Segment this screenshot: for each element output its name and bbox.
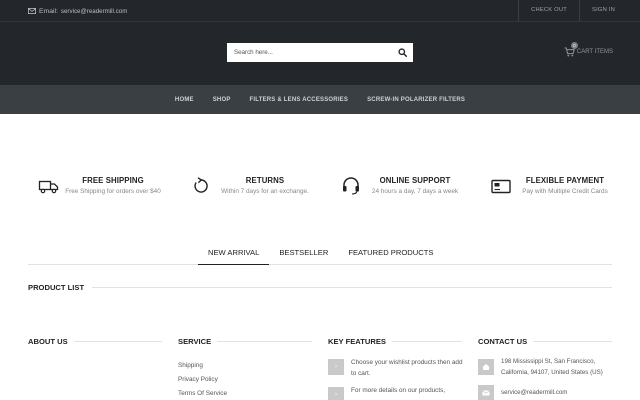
chevron-right-icon: › (328, 359, 344, 375)
nav-item-filters-lens-accessories[interactable]: FILTERS & LENS ACCESSORIES (240, 97, 358, 103)
service-link-privacy-policy[interactable]: Privacy Policy (178, 373, 312, 387)
signin-link[interactable]: SIGN IN (579, 0, 618, 21)
feature-returns: RETURNS Within 7 days for an exchange. (180, 170, 326, 220)
contact-address-item: 198 Mississippi St, San Francisco, Calif… (478, 357, 612, 381)
top-bar: Email: service@readermill.com CHECK OUT … (0, 0, 640, 22)
email-label: Email: (39, 7, 58, 15)
feature-desc: Pay with Multiple Credit Cards (522, 188, 608, 195)
search-button[interactable] (396, 46, 409, 59)
nav-item-screw-in-polarizer-filters[interactable]: SCREW-IN POLARIZER FILTERS (358, 97, 475, 103)
key-feature-text: Choose your wishlist products then add t… (351, 359, 463, 377)
footer-contact: CONTACT US 198 Mississippi St, San Franc… (478, 335, 612, 400)
feature-title: FREE SHIPPING (82, 176, 144, 185)
feature-title: FLEXIBLE PAYMENT (525, 176, 605, 185)
chevron-right-icon: › (328, 387, 344, 400)
footer-heading: CONTACT US (478, 335, 612, 347)
footer-key-features: KEY FEATURES › Choose your wishlist prod… (328, 335, 463, 400)
truck-icon (38, 180, 59, 194)
feature-title: RETURNS (245, 176, 285, 185)
tab-bestseller[interactable]: BESTSELLER (269, 240, 338, 265)
footer-heading: KEY FEATURES (328, 335, 462, 347)
key-feature-text: For more details on our products, (351, 387, 446, 394)
key-feature-item: › Choose your wishlist products then add… (328, 357, 463, 383)
returns-icon (194, 177, 208, 193)
home-icon (483, 364, 489, 370)
divider (217, 340, 312, 342)
divider (533, 340, 612, 342)
service-link-terms-of-service[interactable]: Terms Of Service (178, 387, 312, 400)
feature-title: ONLINE SUPPORT (379, 176, 451, 185)
checkout-link[interactable]: CHECK OUT (518, 0, 579, 21)
account-links: CHECK OUT SIGN IN (518, 0, 618, 21)
email-address[interactable]: service@readermill.com (61, 8, 127, 15)
features-row: FREE SHIPPING Free Shipping for orders o… (28, 170, 612, 220)
footer-about-title: ABOUT US (28, 336, 68, 346)
tab-list: NEW ARRIVAL BESTSELLER FEATURED PRODUCTS (198, 240, 443, 265)
envelope-icon (478, 385, 494, 400)
main-nav: HOME SHOP FILTERS & LENS ACCESSORIES SCR… (0, 85, 640, 114)
divider (391, 340, 462, 342)
mail-icon (482, 390, 490, 396)
footer-service: SERVICE Shipping Privacy Policy Terms Of… (178, 335, 312, 400)
feature-desc: Within 7 days for an exchange. (221, 188, 309, 195)
card-icon (491, 179, 511, 194)
tab-new-arrival[interactable]: NEW ARRIVAL (198, 240, 270, 265)
footer-key-features-title: KEY FEATURES (328, 336, 386, 346)
footer: ABOUT US SERVICE Shipping Privacy Policy… (28, 335, 612, 400)
key-feature-item: › For more details on our products, (328, 385, 462, 400)
nav-item-shop[interactable]: SHOP (203, 97, 240, 103)
footer-about: ABOUT US (28, 335, 162, 347)
tab-featured-products[interactable]: FEATURED PRODUCTS (338, 240, 443, 265)
service-link-shipping[interactable]: Shipping (178, 359, 312, 373)
cart-label: CART ITEMS (576, 49, 613, 55)
product-list-title: PRODUCT LIST (28, 282, 85, 292)
footer-heading: SERVICE (178, 335, 312, 347)
footer-service-title: SERVICE (178, 336, 212, 346)
cart-button[interactable]: 0 CART ITEMS (564, 42, 613, 58)
cart-count-badge: 0 (570, 42, 578, 49)
footer-heading: ABOUT US (28, 335, 162, 347)
divider (73, 340, 162, 342)
nav-item-home[interactable]: HOME (165, 97, 203, 103)
search-input[interactable] (227, 43, 387, 62)
service-links: Shipping Privacy Policy Terms Of Service (178, 359, 312, 400)
header: 0 CART ITEMS (0, 22, 640, 85)
envelope-icon (28, 8, 36, 14)
feature-online-support: ONLINE SUPPORT 24 hours a day, 7 days a … (330, 170, 476, 220)
product-list-heading: PRODUCT LIST (28, 281, 612, 293)
search-icon (398, 48, 407, 57)
topbar-email: Email: service@readermill.com (28, 6, 127, 16)
feature-flexible-payment: FLEXIBLE PAYMENT Pay with Multiple Credi… (480, 170, 626, 220)
headset-icon (343, 177, 359, 195)
product-tabs: NEW ARRIVAL BESTSELLER FEATURED PRODUCTS (28, 240, 612, 265)
feature-desc: Free Shipping for orders over $40 (65, 188, 161, 195)
search-box (227, 43, 413, 62)
contact-address: 198 Mississippi St, San Francisco, Calif… (501, 358, 603, 376)
feature-desc: 24 hours a day, 7 days a week (371, 188, 459, 195)
contact-email-item: service@readermill.com (478, 383, 612, 400)
contact-email[interactable]: service@readermill.com (501, 388, 613, 399)
cart-icon-wrap: 0 (564, 42, 578, 57)
divider (92, 286, 612, 288)
feature-free-shipping: FREE SHIPPING Free Shipping for orders o… (28, 170, 174, 220)
map-marker-icon (478, 359, 494, 375)
footer-contact-title: CONTACT US (478, 336, 528, 346)
